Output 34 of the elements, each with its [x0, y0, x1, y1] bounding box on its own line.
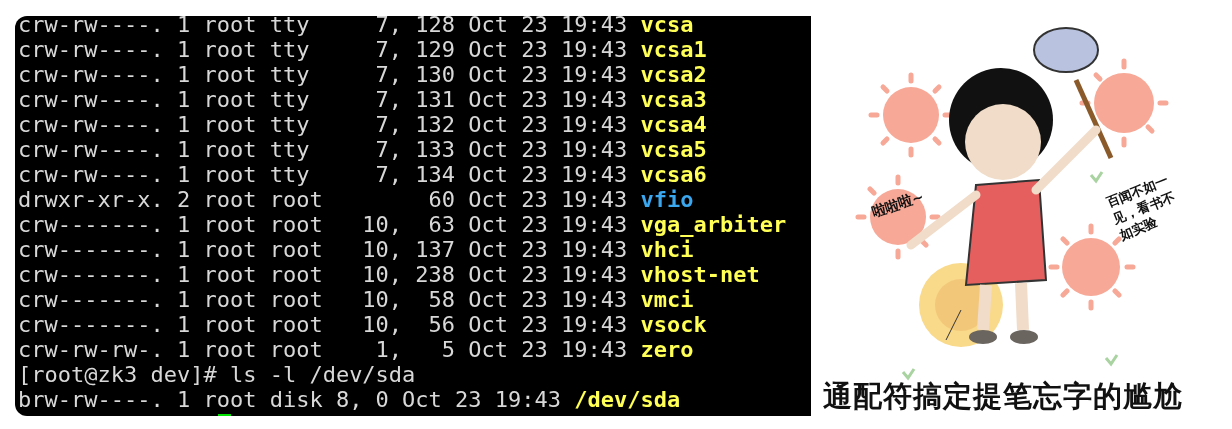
directory-name: vfio: [640, 187, 694, 212]
device-name: /dev/sda: [574, 387, 681, 412]
file-details: crw-------. 1 root root 10, 238 Oct 23 19:43: [18, 262, 628, 287]
file-details: crw-------. 1 root root 10, 137 Oct 23 19:43: [18, 237, 628, 262]
file-details: crw-------. 1 root root 10, 58 Oct 23 19:43: [18, 287, 628, 312]
device-name: vcsa6: [640, 162, 707, 187]
speech-text: 啦啦啦~: [869, 188, 927, 222]
file-details: crw-rw----. 1 root tty 7, 129 Oct 23 19:43: [18, 37, 628, 62]
file-details: drwxr-xr-x. 2 root root 60 Oct 23 19:43: [18, 187, 628, 212]
file-details: brw-rw----. 1 root disk 8, 0 Oct 23 19:43: [18, 387, 562, 412]
device-name: vhci: [640, 237, 694, 262]
file-details: crw-rw----. 1 root tty 7, 128 Oct 23 19:43: [18, 16, 628, 37]
file-details: crw-rw----. 1 root tty 7, 132 Oct 23 19:43: [18, 112, 628, 137]
file-details: crw-rw----. 1 root tty 7, 133 Oct 23 19:43: [18, 137, 628, 162]
device-name: vcsa3: [640, 87, 707, 112]
file-details: crw-rw----. 1 root tty 7, 131 Oct 23 19:43: [18, 87, 628, 112]
device-name: vcsa4: [640, 112, 707, 137]
device-name: vcsa5: [640, 137, 707, 162]
device-name: zero: [640, 337, 694, 362]
device-name: vga_arbiter: [640, 212, 787, 237]
file-details: crw-rw----. 1 root tty 7, 134 Oct 23 19:43: [18, 162, 628, 187]
device-name: vsock: [640, 312, 707, 337]
file-details: crw-------. 1 root root 10, 56 Oct 23 19:43: [18, 312, 628, 337]
device-name: vmci: [640, 287, 694, 312]
command-line: [root@zk3 dev]# ls -l /dev/sda: [18, 362, 416, 387]
file-details: crw-rw-rw-. 1 root root 1, 5 Oct 23 19:43: [18, 337, 628, 362]
caption-text: 通配符搞定提笔忘字的尴尬: [823, 378, 1183, 415]
file-details: crw-rw----. 1 root tty 7, 130 Oct 23 19:43: [18, 62, 628, 87]
device-name: vcsa1: [640, 37, 707, 62]
device-name: vhost-net: [640, 262, 760, 287]
note-text: 百闻不如一见，看书不如实验: [1103, 171, 1178, 245]
file-details: crw-------. 1 root root 10, 63 Oct 23 19:43: [18, 212, 628, 237]
device-name: vcsa: [640, 16, 694, 37]
device-name: vcsa2: [640, 62, 707, 87]
